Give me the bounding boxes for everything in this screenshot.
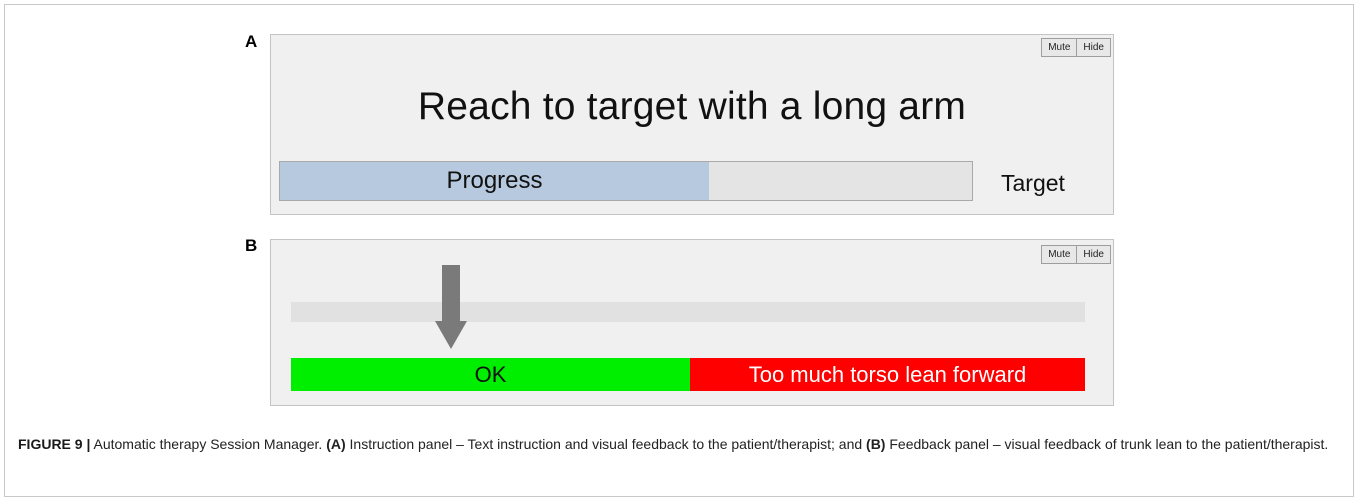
figure-number: FIGURE 9 | [18,436,91,452]
down-arrow-icon [435,265,467,349]
target-label: Target [1001,170,1065,196]
ok-zone: OK [291,358,690,391]
progress-bar: Progress [279,161,973,201]
caption-a-ref: (A) [326,436,346,452]
mute-button[interactable]: Mute [1041,245,1078,264]
panel-a-buttons: Mute Hide [1041,38,1111,57]
hide-button[interactable]: Hide [1077,245,1111,264]
figure-caption: FIGURE 9 | Automatic therapy Session Man… [18,434,1338,454]
panel-a-label: A [245,32,258,51]
feedback-panel: Mute Hide OK Too much torso lean forward [270,239,1114,406]
caption-intro: Automatic therapy Session Manager. [90,436,327,452]
instruction-text: Reach to target with a long arm [417,85,967,128]
panel-b-buttons: Mute Hide [1041,245,1111,264]
hide-button[interactable]: Hide [1077,38,1111,57]
lean-warning-zone: Too much torso lean forward [690,358,1085,391]
instruction-panel: Mute Hide Reach to target with a long ar… [270,34,1114,215]
caption-b-ref: (B) [866,436,886,452]
mute-button[interactable]: Mute [1041,38,1078,57]
lean-scale-track [291,302,1085,322]
caption-a-text: Instruction panel – Text instruction and… [345,436,867,452]
progress-label: Progress [446,167,543,194]
panel-b-label: B [245,236,258,255]
caption-b-text: Feedback panel – visual feedback of trun… [885,436,1329,452]
